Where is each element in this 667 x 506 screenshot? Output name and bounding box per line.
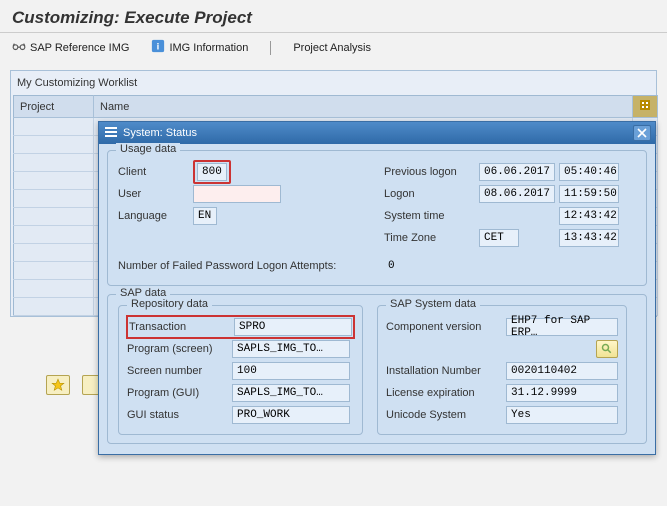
gui-status-label: GUI status bbox=[127, 409, 232, 421]
col-project[interactable]: Project bbox=[14, 96, 94, 118]
worklist-title: My Customizing Worklist bbox=[11, 73, 656, 95]
usage-data-group: Usage data Client 800 User Language bbox=[107, 150, 647, 286]
toolbar-label: IMG Information bbox=[169, 42, 248, 54]
repository-data-group: Repository data Transaction SPRO Program… bbox=[118, 305, 363, 435]
inst-no-value: 0020110402 bbox=[506, 362, 618, 380]
systime-value: 12:43:42 bbox=[559, 207, 619, 225]
dialog-titlebar[interactable]: System: Status bbox=[99, 122, 655, 144]
glasses-icon bbox=[12, 39, 26, 56]
subgroup-title: Repository data bbox=[127, 298, 212, 310]
info-icon: i bbox=[151, 39, 165, 56]
inst-no-label: Installation Number bbox=[386, 365, 506, 377]
sap-data-group: SAP data Repository data Transaction SPR… bbox=[107, 294, 647, 444]
screen-no-label: Screen number bbox=[127, 365, 232, 377]
prev-logon-time: 05:40:46 bbox=[559, 163, 619, 181]
language-value: EN bbox=[193, 207, 217, 225]
transaction-label: Transaction bbox=[129, 321, 234, 333]
systime-label: System time bbox=[384, 210, 479, 222]
window-list-icon bbox=[105, 126, 117, 141]
toolbar-label: SAP Reference IMG bbox=[30, 42, 129, 54]
failed-value: 0 bbox=[388, 260, 395, 272]
toolbar: SAP Reference IMG i IMG Information Proj… bbox=[0, 33, 667, 62]
comp-ver-value: EHP7 for SAP ERP… bbox=[506, 318, 618, 336]
img-information-button[interactable]: i IMG Information bbox=[151, 39, 248, 56]
client-value: 800 bbox=[197, 163, 227, 181]
page-title: Customizing: Execute Project bbox=[12, 8, 655, 28]
lic-exp-label: License expiration bbox=[386, 387, 506, 399]
program-screen-label: Program (screen) bbox=[127, 343, 232, 355]
user-label: User bbox=[118, 188, 193, 200]
failed-label: Number of Failed Password Logon Attempts… bbox=[118, 260, 388, 272]
svg-text:i: i bbox=[157, 42, 160, 53]
page-header: Customizing: Execute Project bbox=[0, 0, 667, 33]
favorite-button[interactable] bbox=[46, 375, 70, 395]
group-title: Usage data bbox=[116, 143, 180, 155]
tz-time: 13:43:42 bbox=[559, 229, 619, 247]
col-name[interactable]: Name bbox=[94, 96, 633, 118]
program-screen-value: SAPLS_IMG_TO… bbox=[232, 340, 350, 358]
tz-label: Time Zone bbox=[384, 232, 479, 244]
user-value bbox=[193, 185, 281, 203]
unicode-label: Unicode System bbox=[386, 409, 506, 421]
program-gui-value: SAPLS_IMG_TO… bbox=[232, 384, 350, 402]
close-button[interactable] bbox=[633, 125, 651, 141]
table-settings-button[interactable] bbox=[633, 96, 658, 118]
lic-exp-value: 31.12.9999 bbox=[506, 384, 618, 402]
screen-no-value: 100 bbox=[232, 362, 350, 380]
system-status-dialog: System: Status Usage data Client 800 Use… bbox=[98, 121, 656, 455]
transaction-value: SPRO bbox=[234, 318, 352, 336]
project-analysis-button[interactable]: Project Analysis bbox=[293, 42, 371, 54]
logon-date: 08.06.2017 bbox=[479, 185, 555, 203]
logon-label: Logon bbox=[384, 188, 479, 200]
sap-reference-img-button[interactable]: SAP Reference IMG bbox=[12, 39, 129, 56]
comp-ver-label: Component version bbox=[386, 321, 506, 333]
language-label: Language bbox=[118, 210, 193, 222]
logon-time: 11:59:50 bbox=[559, 185, 619, 203]
subgroup-title: SAP System data bbox=[386, 298, 480, 310]
toolbar-label: Project Analysis bbox=[293, 42, 371, 54]
sap-system-data-group: SAP System data Component version EHP7 f… bbox=[377, 305, 627, 435]
dialog-title: System: Status bbox=[123, 127, 197, 139]
program-gui-label: Program (GUI) bbox=[127, 387, 232, 399]
prev-logon-date: 06.06.2017 bbox=[479, 163, 555, 181]
prev-logon-label: Previous logon bbox=[384, 166, 479, 178]
unicode-value: Yes bbox=[506, 406, 618, 424]
highlight-frame: 800 bbox=[193, 160, 231, 184]
search-button[interactable] bbox=[596, 340, 618, 358]
client-label: Client bbox=[118, 166, 193, 178]
tz-value: CET bbox=[479, 229, 519, 247]
divider bbox=[270, 41, 271, 55]
gui-status-value: PRO_WORK bbox=[232, 406, 350, 424]
